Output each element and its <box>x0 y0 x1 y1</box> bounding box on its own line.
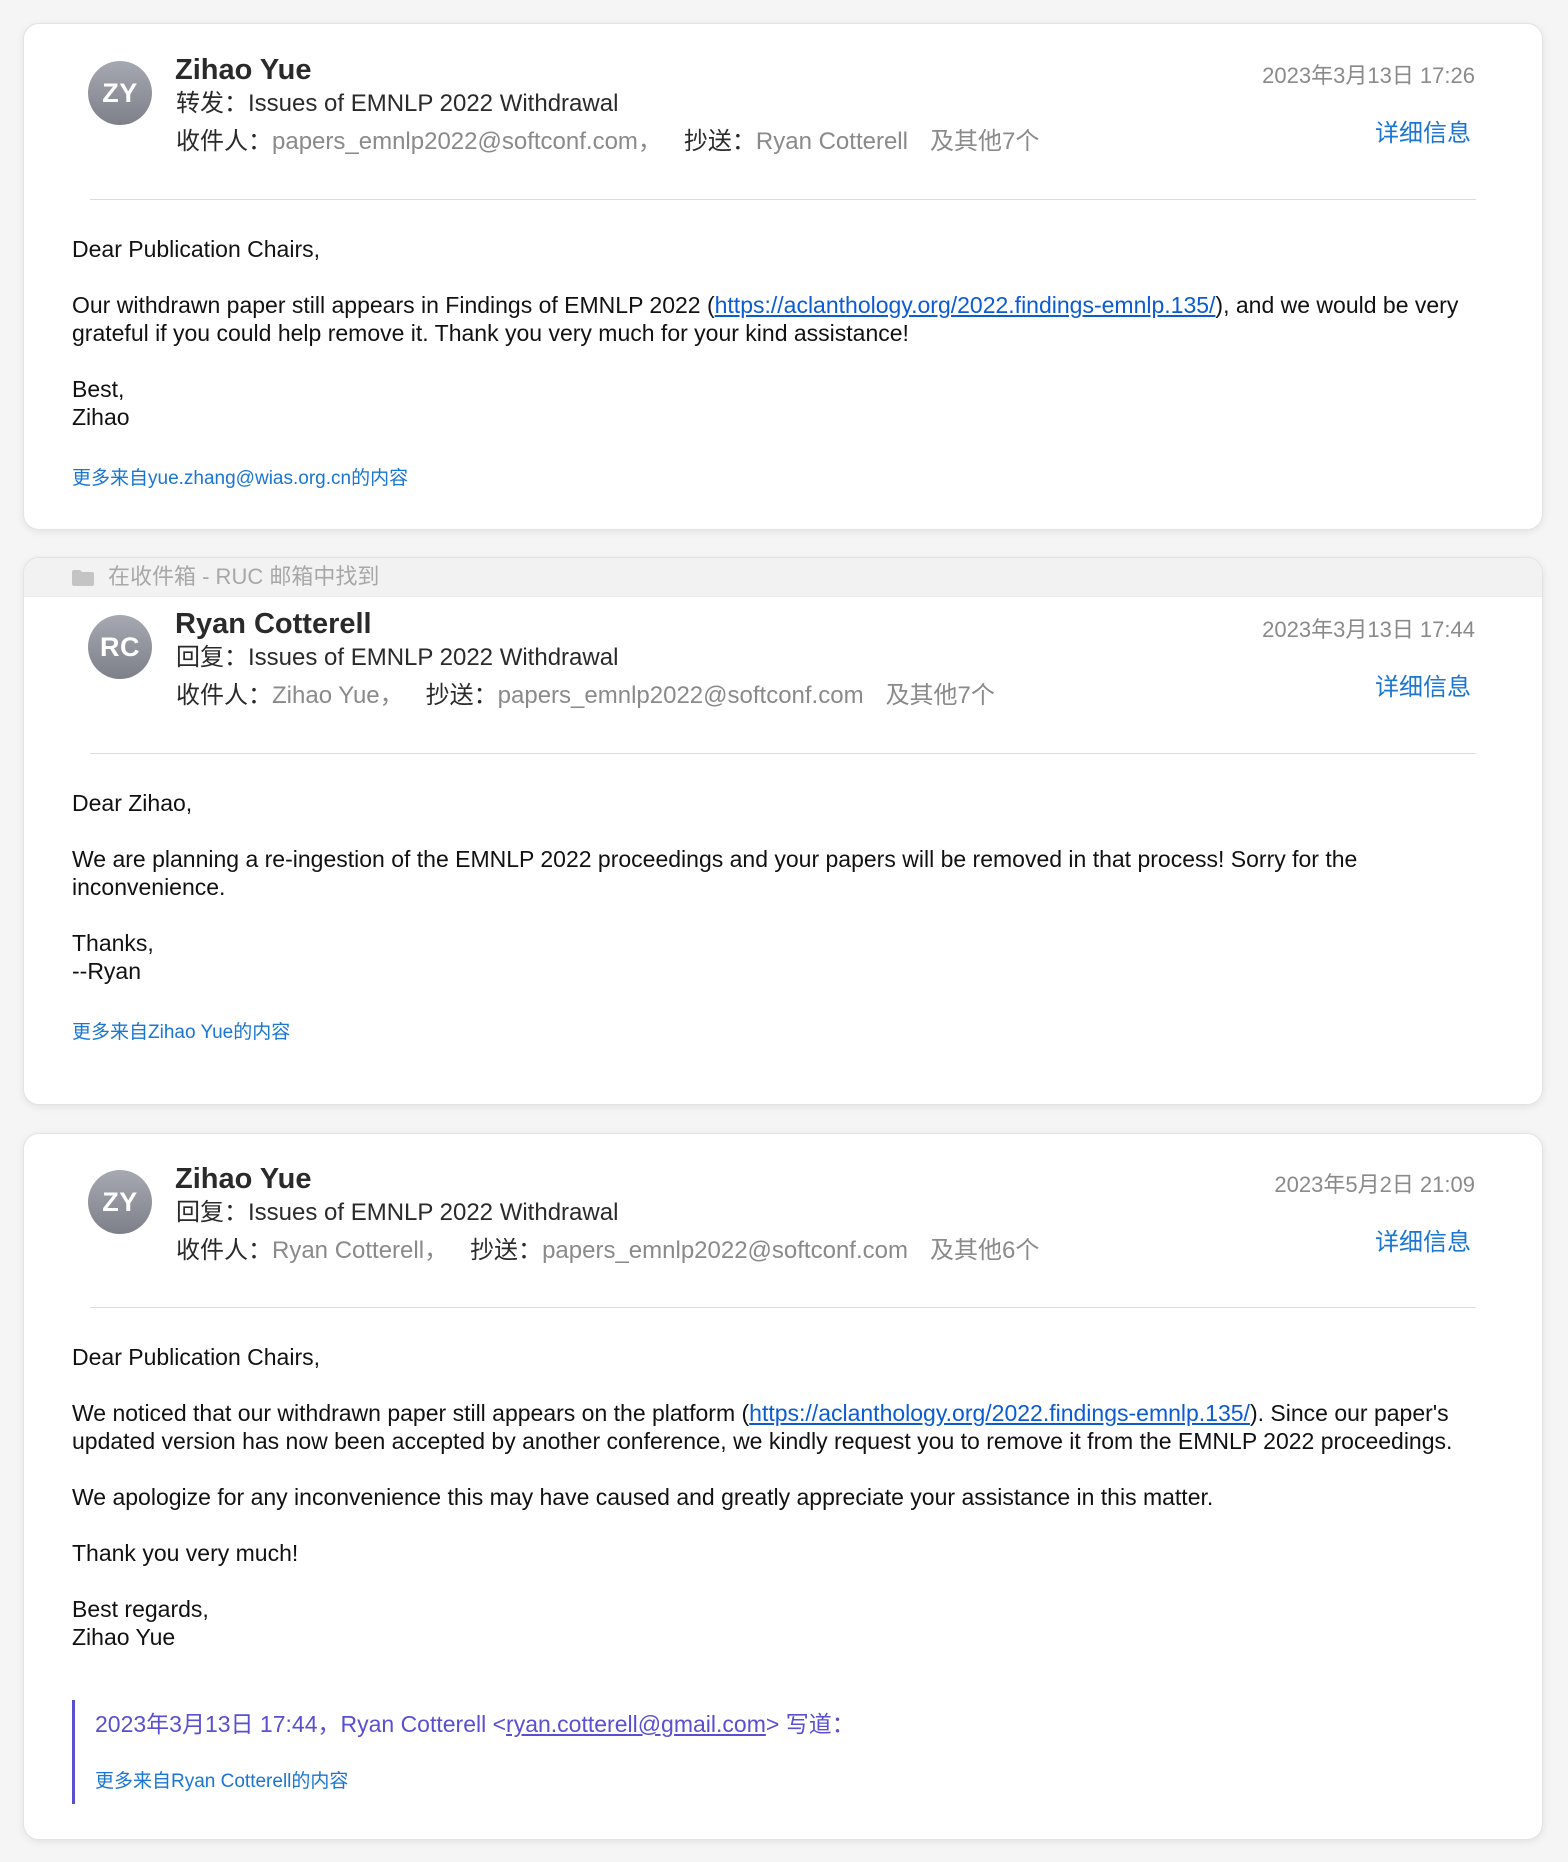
to-label: 收件人： <box>176 682 272 709</box>
quote-email-link[interactable]: ryan.cotterell@gmail.com <box>506 1711 766 1737</box>
quote-more-link[interactable]: 更多来自Ryan Cotterell的内容 <box>95 1770 348 1794</box>
subject: Issues of EMNLP 2022 Withdrawal <box>248 1199 619 1226</box>
message-body: Dear Publication Chairs, We noticed that… <box>72 1343 1472 1679</box>
message-date: 2023年3月13日 17:26 <box>1262 63 1475 88</box>
cc-recipient[interactable]: Ryan Cotterell <box>756 128 908 155</box>
subject-line: 回复：Issues of EMNLP 2022 Withdrawal <box>176 1198 618 1228</box>
folder-icon <box>72 570 94 586</box>
subject-prefix: 回复： <box>176 644 248 671</box>
recipients-line: 收件人：Zihao Yue， 抄送：papers_emnlp2022@softco… <box>176 681 995 711</box>
details-link[interactable]: 详细信息 <box>1375 673 1471 703</box>
recipients-line: 收件人：papers_emnlp2022@softconf.com， 抄送：Rya… <box>176 127 1039 157</box>
paper-link[interactable]: https://aclanthology.org/2022.findings-e… <box>715 292 1216 318</box>
body-paragraph: We apologize for any inconvenience this … <box>72 1484 1214 1510</box>
avatar: ZY <box>88 61 152 125</box>
body-paragraph: Our withdrawn paper still appears in Fin… <box>72 292 1459 346</box>
sender-name[interactable]: Zihao Yue <box>175 1162 311 1196</box>
greeting: Dear Zihao, <box>72 790 193 816</box>
to-label: 收件人： <box>176 1237 272 1264</box>
message-card-2[interactable]: 在收件箱 - RUC 邮箱中找到 RC Ryan Cotterell 回复：Is… <box>23 557 1543 1105</box>
message-body: Dear Publication Chairs, Our withdrawn p… <box>72 235 1472 459</box>
subject-line: 回复：Issues of EMNLP 2022 Withdrawal <box>176 643 618 673</box>
subject-line: 转发：Issues of EMNLP 2022 Withdrawal <box>176 89 618 119</box>
greeting: Dear Publication Chairs, <box>72 1344 321 1370</box>
details-link[interactable]: 详细信息 <box>1375 119 1471 149</box>
more-from-link[interactable]: 更多来自yue.zhang@wias.org.cn的内容 <box>72 467 408 491</box>
quote-header: 2023年3月13日 17:44，Ryan Cotterell <ryan.co… <box>95 1711 855 1737</box>
subject-prefix: 转发： <box>176 90 248 117</box>
header-divider <box>90 753 1476 754</box>
to-recipient[interactable]: Zihao Yue， <box>272 682 404 709</box>
message-card-3[interactable]: ZY Zihao Yue 回复：Issues of EMNLP 2022 Wit… <box>23 1133 1543 1840</box>
signoff: Thanks, --Ryan <box>72 930 154 984</box>
signoff: Best, Zihao <box>72 376 130 430</box>
to-label: 收件人： <box>176 128 272 155</box>
cc-recipient[interactable]: papers_emnlp2022@softconf.com <box>542 1237 908 1264</box>
to-recipient[interactable]: Ryan Cotterell， <box>272 1237 448 1264</box>
header-divider <box>90 199 1476 200</box>
mail-thread: ZY Zihao Yue 转发：Issues of EMNLP 2022 Wit… <box>0 0 1568 1862</box>
found-in-text: 在收件箱 - RUC 邮箱中找到 <box>108 564 380 589</box>
signoff: Best regards, Zihao Yue <box>72 1596 209 1650</box>
cc-label: 抄送： <box>683 128 756 155</box>
cc-recipient[interactable]: papers_emnlp2022@softconf.com <box>498 682 864 709</box>
found-in-bar: 在收件箱 - RUC 邮箱中找到 <box>24 558 1542 597</box>
body-paragraph: We are planning a re-ingestion of the EM… <box>72 846 1358 900</box>
details-link[interactable]: 详细信息 <box>1375 1228 1471 1258</box>
to-recipient[interactable]: papers_emnlp2022@softconf.com， <box>272 128 662 155</box>
avatar: RC <box>88 615 152 679</box>
header-divider <box>90 1307 1476 1308</box>
greeting: Dear Publication Chairs, <box>72 236 321 262</box>
paper-link[interactable]: https://aclanthology.org/2022.findings-e… <box>749 1400 1250 1426</box>
message-body: Dear Zihao, We are planning a re-ingesti… <box>72 789 1472 1013</box>
more-from-link[interactable]: 更多来自Zihao Yue的内容 <box>72 1021 290 1045</box>
message-date: 2023年3月13日 17:44 <box>1262 617 1475 642</box>
message-card-1[interactable]: ZY Zihao Yue 转发：Issues of EMNLP 2022 Wit… <box>23 23 1543 530</box>
message-date: 2023年5月2日 21:09 <box>1274 1172 1475 1197</box>
cc-label: 抄送： <box>470 1237 543 1264</box>
other-recipients[interactable]: 及其他7个 <box>930 128 1039 155</box>
subject-prefix: 回复： <box>176 1199 248 1226</box>
avatar: ZY <box>88 1170 152 1234</box>
subject: Issues of EMNLP 2022 Withdrawal <box>248 644 619 671</box>
cc-label: 抄送： <box>425 682 498 709</box>
sender-name[interactable]: Ryan Cotterell <box>175 607 372 641</box>
body-paragraph: We noticed that our withdrawn paper stil… <box>72 1400 1453 1454</box>
body-paragraph: Thank you very much! <box>72 1540 299 1566</box>
quoted-message: 2023年3月13日 17:44，Ryan Cotterell <ryan.co… <box>72 1700 975 1804</box>
other-recipients[interactable]: 及其他7个 <box>886 682 995 709</box>
recipients-line: 收件人：Ryan Cotterell， 抄送：papers_emnlp2022@s… <box>176 1236 1039 1266</box>
other-recipients[interactable]: 及其他6个 <box>930 1237 1039 1264</box>
subject: Issues of EMNLP 2022 Withdrawal <box>248 90 619 117</box>
sender-name[interactable]: Zihao Yue <box>175 53 311 87</box>
